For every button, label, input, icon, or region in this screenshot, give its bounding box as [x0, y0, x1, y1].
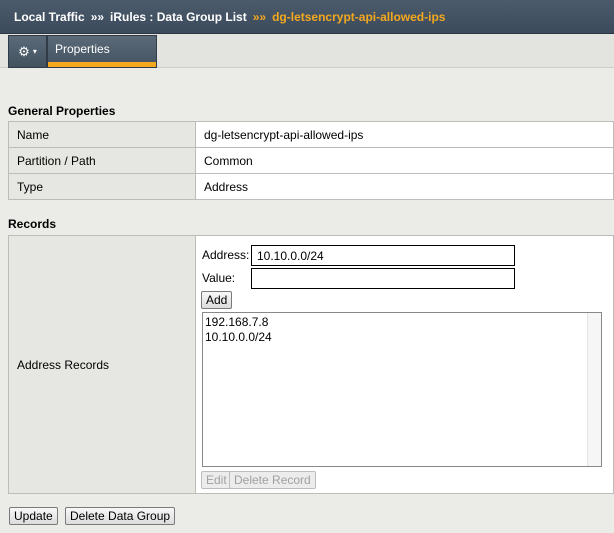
- property-value: Address: [195, 173, 614, 200]
- tab-properties-label: Properties: [55, 42, 110, 56]
- breadcrumb-separator: »»: [252, 9, 267, 24]
- property-label: Type: [8, 173, 196, 200]
- general-properties-title: General Properties: [8, 104, 116, 118]
- chevron-down-icon: ▾: [32, 47, 37, 56]
- list-item[interactable]: 192.168.7.8: [205, 315, 599, 330]
- options-menu-button[interactable]: ⚙ ▾: [8, 35, 47, 68]
- address-input[interactable]: [251, 245, 515, 266]
- gear-icon: ⚙: [18, 43, 30, 59]
- tab-strip: ⚙ ▾ Properties: [0, 34, 614, 68]
- address-records-row: Address Records Address: Value: Add 192.…: [8, 235, 614, 494]
- edit-button[interactable]: Edit: [201, 471, 232, 489]
- update-button[interactable]: Update: [9, 507, 58, 525]
- active-tab-indicator: [48, 62, 156, 67]
- tab-properties[interactable]: Properties: [47, 35, 157, 68]
- delete-record-button[interactable]: Delete Record: [229, 471, 316, 489]
- add-button[interactable]: Add: [201, 291, 233, 309]
- records-listbox[interactable]: 192.168.7.8 10.10.0.0/24: [202, 312, 602, 467]
- breadcrumb: Local Traffic »» iRules : Data Group Lis…: [0, 0, 614, 34]
- records-table: Address Records Address: Value: Add 192.…: [8, 235, 614, 494]
- address-records-editor: Address: Value: Add 192.168.7.8 10.10.0.…: [195, 235, 614, 494]
- breadcrumb-current: dg-letsencrypt-api-allowed-ips: [272, 9, 446, 24]
- address-field-label: Address:: [202, 248, 250, 262]
- property-row-name: Name dg-letsencrypt-api-allowed-ips: [8, 121, 614, 148]
- property-label: Name: [8, 121, 196, 148]
- value-input[interactable]: [251, 268, 515, 289]
- property-value: Common: [195, 147, 614, 174]
- general-properties-table: Name dg-letsencrypt-api-allowed-ips Part…: [8, 121, 614, 200]
- scrollbar[interactable]: [587, 313, 601, 466]
- list-item[interactable]: 10.10.0.0/24: [205, 330, 599, 345]
- breadcrumb-separator: »»: [90, 9, 105, 24]
- breadcrumb-local-traffic[interactable]: Local Traffic: [14, 10, 85, 24]
- delete-data-group-button[interactable]: Delete Data Group: [65, 507, 176, 525]
- value-field-label: Value:: [202, 271, 236, 285]
- property-value: dg-letsencrypt-api-allowed-ips: [195, 121, 614, 148]
- property-label: Partition / Path: [8, 147, 196, 174]
- breadcrumb-data-group-list[interactable]: iRules : Data Group List: [110, 10, 247, 24]
- property-row-partition: Partition / Path Common: [8, 147, 614, 174]
- property-row-type: Type Address: [8, 173, 614, 200]
- address-records-label: Address Records: [8, 235, 196, 494]
- records-title: Records: [8, 217, 57, 231]
